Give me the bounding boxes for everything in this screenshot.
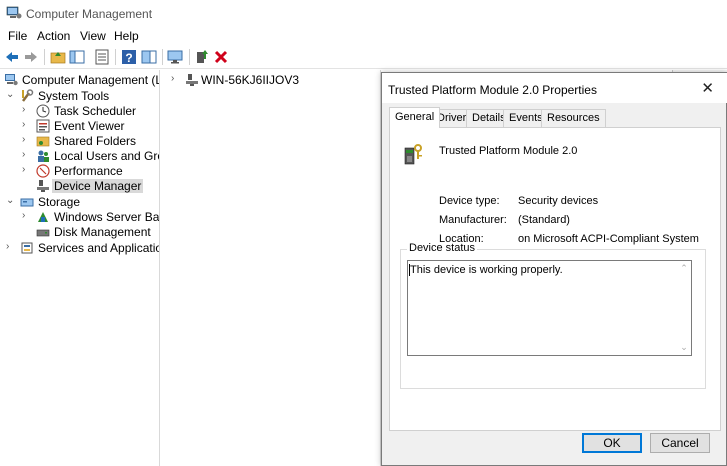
tree-label: Services and Applications xyxy=(38,241,159,255)
device-status-group: Device status This device is working pro… xyxy=(400,242,706,389)
tree-item-disk-management[interactable]: Disk Management xyxy=(22,224,159,240)
performance-icon xyxy=(36,164,50,178)
tree-item-local-users[interactable]: › Local Users and Groups xyxy=(22,148,159,164)
tree-label: Shared Folders xyxy=(54,134,137,148)
chevron-down-icon[interactable]: ⌄ xyxy=(6,89,16,100)
help-icon[interactable]: ? xyxy=(120,48,138,66)
chevron-right-icon[interactable]: › xyxy=(22,210,32,221)
shared-folder-icon xyxy=(36,136,50,147)
close-icon[interactable]: ✕ xyxy=(701,79,714,97)
device-type-value: Security devices xyxy=(518,195,599,207)
tree-item-windows-server-backup[interactable]: › Windows Server Backup xyxy=(22,209,160,225)
show-hide-tree-icon[interactable] xyxy=(68,48,86,66)
chevron-right-icon[interactable]: › xyxy=(22,149,32,160)
computer-node-icon xyxy=(186,74,198,86)
tree-label: Performance xyxy=(54,164,123,178)
toolbar-separator xyxy=(162,49,163,65)
tree-item-computer-management[interactable]: Computer Management (Local xyxy=(4,72,159,88)
device-type-label: Device type: xyxy=(439,195,500,207)
tree-label: Computer Management (Local xyxy=(22,73,159,87)
menu-action[interactable]: Action xyxy=(37,29,70,43)
manufacturer-value: (Standard) xyxy=(518,214,570,226)
tree-item-device-manager[interactable]: Device Manager xyxy=(22,178,159,194)
tree-label: Disk Management xyxy=(54,225,151,239)
manufacturer-label: Manufacturer: xyxy=(439,214,507,226)
computer-management-icon xyxy=(6,6,22,19)
cancel-button[interactable]: Cancel xyxy=(650,433,710,453)
tree-item-system-tools[interactable]: ⌄ System Tools xyxy=(6,88,156,104)
monitor-icon[interactable] xyxy=(166,48,184,66)
tree-label: Task Scheduler xyxy=(54,104,137,118)
chevron-right-icon[interactable]: › xyxy=(22,164,32,175)
tab-resources[interactable]: Resources xyxy=(541,109,606,127)
menu-file[interactable]: File xyxy=(8,29,27,43)
toolbar-separator xyxy=(44,49,45,65)
menu-bar: File Action View Help xyxy=(0,27,727,45)
chevron-right-icon[interactable]: › xyxy=(6,241,16,252)
device-name: Trusted Platform Module 2.0 xyxy=(439,145,578,157)
device-manager-icon xyxy=(37,180,49,192)
enable-device-icon[interactable] xyxy=(193,48,211,66)
scroll-up-icon[interactable]: ⌃ xyxy=(679,263,689,274)
tab-general[interactable]: General xyxy=(389,107,441,128)
tree-label: Storage xyxy=(38,195,81,209)
event-viewer-icon xyxy=(36,119,50,133)
chevron-right-icon[interactable]: › xyxy=(22,104,32,115)
tools-icon xyxy=(22,89,34,102)
tree-label: Device Manager xyxy=(52,179,144,193)
chevron-right-icon[interactable]: › xyxy=(22,134,32,145)
device-status-textbox[interactable]: This device is working properly. ⌃ ⌄ xyxy=(407,260,692,356)
general-tab-panel: Trusted Platform Module 2.0 Device type:… xyxy=(389,127,721,431)
remove-device-icon[interactable] xyxy=(212,48,230,66)
device-status-text: This device is working properly. xyxy=(410,264,563,276)
window-title: Computer Management xyxy=(26,7,153,21)
services-icon xyxy=(21,242,33,254)
dialog-title: Trusted Platform Module 2.0 Properties xyxy=(388,83,597,97)
menu-help[interactable]: Help xyxy=(114,29,139,43)
title-bar: Computer Management xyxy=(0,0,727,27)
users-icon xyxy=(38,150,49,162)
toolbar: ? xyxy=(0,45,727,69)
tree-label: System Tools xyxy=(38,89,110,103)
dialog-title-bar: Trusted Platform Module 2.0 Properties ✕ xyxy=(382,73,727,103)
tree-item-storage[interactable]: ⌄ Storage xyxy=(6,194,156,210)
scroll-down-icon[interactable]: ⌄ xyxy=(679,342,689,353)
computer-management-icon xyxy=(5,74,18,86)
disk-icon xyxy=(36,229,50,237)
toolbar-separator xyxy=(189,49,190,65)
storage-icon xyxy=(20,198,34,207)
tree-label: Windows Server Backup xyxy=(54,210,160,224)
forward-icon[interactable] xyxy=(22,48,40,66)
up-folder-icon[interactable] xyxy=(49,48,67,66)
svg-text:?: ? xyxy=(125,51,132,65)
tree-item-services-and-applications[interactable]: › Services and Applications xyxy=(6,240,159,256)
action-pane-icon[interactable] xyxy=(140,48,158,66)
device-status-legend: Device status xyxy=(407,242,478,254)
console-tree: Computer Management (Local ⌄ System Tool… xyxy=(0,70,160,466)
backup-icon xyxy=(38,212,48,222)
location-value: on Microsoft ACPI-Compliant System xyxy=(518,233,699,245)
chevron-right-icon[interactable]: › xyxy=(22,119,32,130)
properties-icon[interactable] xyxy=(93,48,111,66)
toolbar-separator xyxy=(115,49,116,65)
tree-item-performance[interactable]: › Performance xyxy=(22,163,159,179)
tree-item-event-viewer[interactable]: › Event Viewer xyxy=(22,118,159,134)
device-tree-computer[interactable]: › WIN-56KJ6IIJOV3 xyxy=(171,72,371,88)
back-icon[interactable] xyxy=(3,48,21,66)
ok-button[interactable]: OK xyxy=(582,433,642,453)
computer-name: WIN-56KJ6IIJOV3 xyxy=(201,73,300,87)
clock-icon xyxy=(36,104,50,118)
chevron-right-icon[interactable]: › xyxy=(171,73,181,84)
menu-view[interactable]: View xyxy=(80,29,106,43)
tpm-chip-icon xyxy=(404,144,422,165)
tree-item-task-scheduler[interactable]: › Task Scheduler xyxy=(22,103,159,119)
device-list-pane: › WIN-56KJ6IIJOV3 xyxy=(163,70,381,466)
chevron-down-icon[interactable]: ⌄ xyxy=(6,195,16,206)
tree-item-shared-folders[interactable]: › Shared Folders xyxy=(22,133,159,149)
tree-label: Event Viewer xyxy=(54,119,125,133)
properties-dialog: Trusted Platform Module 2.0 Properties ✕… xyxy=(381,72,727,466)
tree-label: Local Users and Groups xyxy=(54,149,159,163)
